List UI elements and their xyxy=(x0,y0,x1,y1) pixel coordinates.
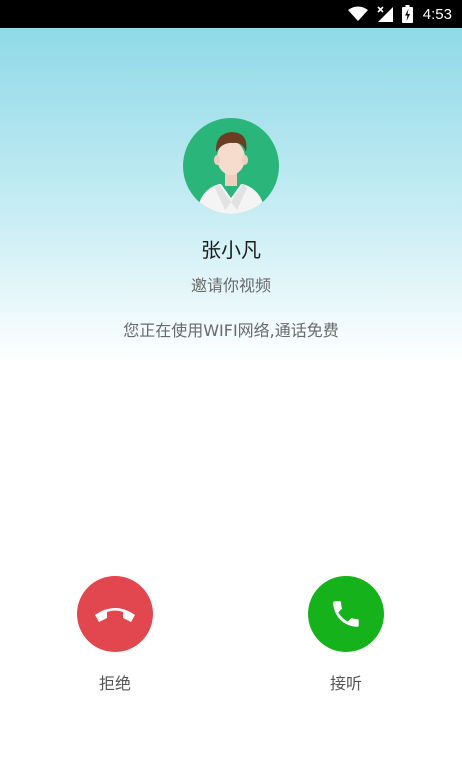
phone-icon xyxy=(333,601,359,627)
caller-name: 张小凡 xyxy=(201,238,261,262)
status-bar: 4:53 xyxy=(0,0,462,28)
signal-off-icon xyxy=(376,5,394,23)
decline-button[interactable] xyxy=(77,576,153,652)
battery-charging-icon xyxy=(401,5,413,23)
wifi-icon xyxy=(347,6,368,22)
caller-avatar xyxy=(183,118,279,214)
status-icons: 4:53 xyxy=(340,0,452,28)
answer-button[interactable] xyxy=(308,576,384,652)
decline-label: 拒绝 xyxy=(98,674,131,693)
hang-up-icon xyxy=(95,608,135,622)
status-time: 4:53 xyxy=(422,5,452,23)
call-type-label: 邀请你视频 xyxy=(190,276,271,295)
network-note: 您正在使用WIFI网络,通话免费 xyxy=(123,321,339,340)
answer-label: 接听 xyxy=(329,674,362,693)
doctor-avatar-icon xyxy=(197,132,265,214)
